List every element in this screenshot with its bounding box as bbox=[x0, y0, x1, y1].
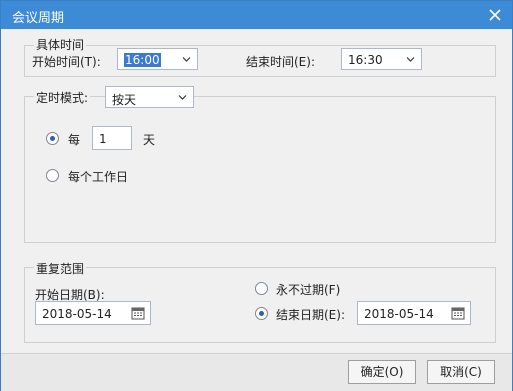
start-date-picker[interactable]: 2018-05-14 bbox=[35, 301, 151, 325]
chevron-down-icon bbox=[182, 57, 191, 62]
every-days-value: 1 bbox=[99, 132, 107, 146]
never-expire-label: 永不过期(F) bbox=[276, 283, 341, 297]
close-button[interactable] bbox=[484, 4, 506, 26]
chevron-down-icon bbox=[406, 57, 415, 62]
ok-button[interactable]: 确定(O) bbox=[348, 360, 416, 384]
never-expire-radio[interactable] bbox=[255, 282, 268, 295]
end-date-picker[interactable]: 2018-05-14 bbox=[357, 301, 471, 325]
every-label: 每 bbox=[68, 133, 81, 147]
workday-radio[interactable] bbox=[46, 169, 59, 182]
start-date-value: 2018-05-14 bbox=[42, 307, 112, 321]
every-day-radio[interactable] bbox=[46, 132, 59, 145]
button-bar: 确定(O) 取消(C) bbox=[1, 353, 512, 391]
window-title: 会议周期 bbox=[12, 11, 65, 26]
dialog-body: 具体时间 开始时间(T): 16:00 结束时间(E): 16:30 定时模式:… bbox=[1, 29, 512, 391]
mode-group-title: 定时模式: bbox=[34, 89, 91, 106]
mode-value: 按天 bbox=[112, 93, 137, 107]
end-date-radio[interactable] bbox=[255, 307, 268, 320]
time-group-title: 具体时间 bbox=[34, 36, 87, 53]
calendar-icon[interactable] bbox=[451, 306, 465, 320]
every-days-input[interactable]: 1 bbox=[92, 126, 132, 150]
start-time-select[interactable]: 16:00 bbox=[117, 48, 198, 70]
start-time-label: 开始时间(T): bbox=[32, 55, 101, 69]
end-date-value: 2018-05-14 bbox=[364, 307, 434, 321]
calendar-icon[interactable] bbox=[131, 306, 145, 320]
close-icon bbox=[489, 9, 501, 21]
meeting-cycle-dialog: 会议周期 具体时间 开始时间(T): 16:00 结束时间(E): 16:30 … bbox=[0, 0, 513, 391]
mode-select[interactable]: 按天 bbox=[105, 86, 194, 108]
end-time-value: 16:30 bbox=[348, 53, 383, 67]
repeat-group-title: 重复范围 bbox=[34, 260, 87, 277]
end-time-label: 结束时间(E): bbox=[246, 55, 315, 69]
start-time-value: 16:00 bbox=[124, 53, 161, 67]
end-time-select[interactable]: 16:30 bbox=[341, 48, 422, 70]
workday-label: 每个工作日 bbox=[68, 170, 129, 184]
every-unit-label: 天 bbox=[143, 133, 156, 147]
cancel-button[interactable]: 取消(C) bbox=[427, 360, 495, 384]
title-bar: 会议周期 bbox=[1, 1, 512, 29]
chevron-down-icon bbox=[178, 95, 187, 100]
end-date-label: 结束日期(E): bbox=[276, 308, 345, 322]
